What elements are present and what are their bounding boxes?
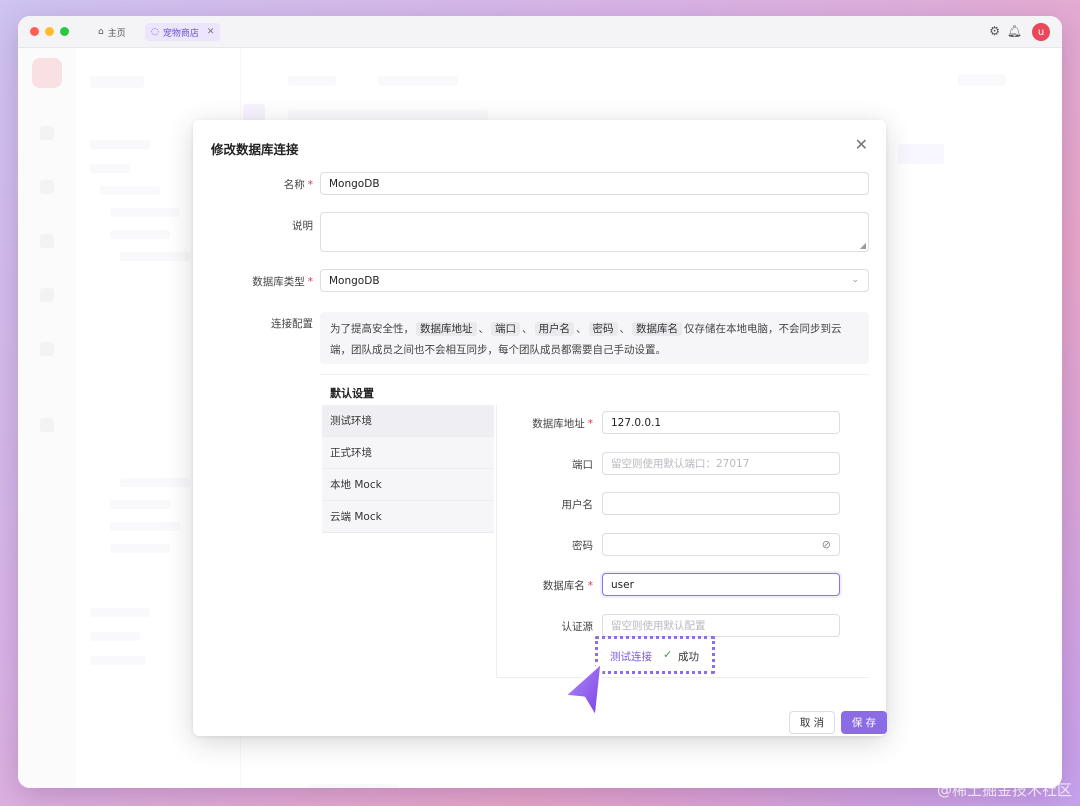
default-settings-title: 默认设置 [330,387,374,400]
db-type-label-text: 数据库类型 [252,276,305,288]
host-field[interactable]: 127.0.0.1 [602,411,840,434]
password-field[interactable]: ⊘ [602,533,840,556]
avatar[interactable]: u [1032,23,1050,41]
maximize-window-button[interactable] [60,27,69,36]
bell-icon[interactable]: 🔔︎ [1007,24,1022,38]
edit-db-connection-dialog: 修改数据库连接 ✕ 名称 * MongoDB 说明 ◢ 数据库类型 * MongoD… [193,120,887,736]
notice-chip: 密码 [588,322,618,336]
tab-home[interactable]: ⌂ 主页 [92,23,132,41]
connection-form: 数据库地址 * 127.0.0.1 端口 留空则使用默认端口：27017 用户名 … [496,405,869,678]
host-label-text: 数据库地址 [532,418,585,430]
resize-handle-icon[interactable]: ◢ [860,241,866,250]
close-tab-icon[interactable]: ✕ [207,27,215,37]
password-label: 密码 [572,540,593,552]
db-type-label: 数据库类型 * [193,274,313,289]
security-notice: 为了提高安全性， 数据库地址、端口、用户名、密码、数据库名 仅存储在本地电脑，不会同… [320,312,869,364]
tab-pet-shop[interactable]: ◌ 宠物商店 ✕ [145,23,221,41]
env-item-prod[interactable]: 正式环境 [322,437,494,469]
name-label: 名称 * [193,177,313,192]
tab-pet-shop-label: 宠物商店 [162,28,199,39]
required-mark: * [307,179,313,191]
auth-source-label: 认证源 [561,621,594,633]
db-name-field[interactable]: user [602,573,840,596]
env-item-cloud-mock[interactable]: 云端 Mock [322,501,494,533]
gear-icon[interactable]: ⚙ [989,24,1000,38]
env-item-test[interactable]: 测试环境 [322,405,494,437]
environment-list: 测试环境 正式环境 本地 Mock 云端 Mock [322,405,494,533]
connection-config-label: 连接配置 [271,318,313,330]
auth-source-field[interactable]: 留空则使用默认配置 [602,614,840,637]
close-icon[interactable]: ✕ [855,135,868,154]
dialog-title: 修改数据库连接 [211,142,299,157]
project-icon: ◌ [151,27,159,37]
check-icon: ✓ [663,648,673,661]
watermark: @稀土掘金技术社区 [936,781,1072,799]
app-window: ⌂ 主页 ◌ 宠物商店 ✕ ⚙ 🔔︎ u 修改数据库连接 ✕ 名称 * Mong… [18,16,1062,788]
db-type-value: MongoDB [329,274,380,287]
db-name-label: 数据库名 * [497,578,593,593]
tab-home-label: 主页 [107,28,126,39]
port-label: 端口 [572,459,593,471]
db-type-select[interactable]: MongoDB ⌄ [320,269,869,292]
pointer-arrow-icon [562,660,604,720]
db-name-label-text: 数据库名 [542,580,585,592]
description-field[interactable]: ◢ [320,212,869,252]
notice-chip: 数据库名 [632,322,682,336]
env-item-local-mock[interactable]: 本地 Mock [322,469,494,501]
username-field[interactable] [602,492,840,515]
host-label: 数据库地址 * [497,416,593,431]
notice-chip: 数据库地址 [416,322,477,336]
title-bar: ⌂ 主页 ◌ 宠物商店 ✕ ⚙ 🔔︎ u [18,16,1062,48]
close-window-button[interactable] [30,27,39,36]
minimize-window-button[interactable] [45,27,54,36]
chevron-down-icon: ⌄ [851,275,859,285]
cancel-button[interactable]: 取 消 [789,711,835,734]
eye-off-icon[interactable]: ⊘ [822,538,831,551]
env-config-panel: 默认设置 测试环境 正式环境 本地 Mock 云端 Mock 数据库地址 * 12… [320,374,869,678]
notice-chip: 用户名 [534,322,574,336]
test-result-text: 成功 [678,651,699,663]
description-label: 说明 [292,220,313,232]
port-field[interactable]: 留空则使用默认端口：27017 [602,452,840,475]
required-mark: * [307,276,313,288]
username-label: 用户名 [561,499,594,511]
required-mark: * [587,418,593,430]
save-button[interactable]: 保 存 [841,711,887,734]
required-mark: * [587,580,593,592]
home-icon: ⌂ [98,27,104,37]
name-label-text: 名称 [283,179,305,191]
name-field[interactable]: MongoDB [320,172,869,195]
notice-prefix: 为了提高安全性， [330,323,414,335]
notice-chip: 端口 [491,322,520,336]
